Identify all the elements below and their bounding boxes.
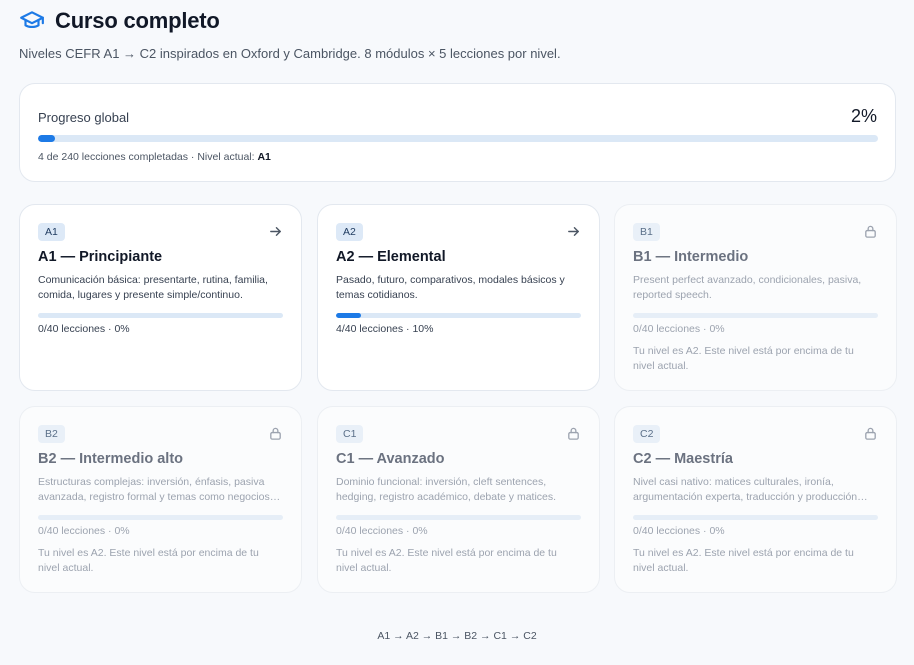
level-badge: C1: [336, 425, 364, 443]
level-badge: A2: [336, 223, 363, 241]
level-card-a1[interactable]: A1 A1 — Principiante Comunicación básica: …: [19, 204, 302, 391]
arrow-right-icon[interactable]: [566, 224, 581, 239]
level-progress-text: 0/40 lecciones · 0%: [633, 525, 725, 537]
level-progress-text: 0/40 lecciones · 0%: [633, 323, 725, 335]
level-title: B2 — Intermedio alto: [38, 451, 184, 467]
page-title: Curso completo: [55, 8, 220, 33]
level-description: Pasado, futuro, comparativos, modales bá…: [336, 274, 565, 301]
level-description: Comunicación básica: presentarte, rutina…: [38, 274, 268, 301]
level-progress-bar: [633, 313, 878, 318]
global-progress-fill: [38, 135, 55, 142]
global-progress-percent: 2%: [850, 106, 877, 126]
level-progress-text: 0/40 lecciones · 0%: [336, 525, 428, 537]
global-progress-card: Progreso global 2% 4 de 240 lecciones co…: [19, 83, 896, 182]
level-title: C2 — Maestría: [633, 451, 733, 467]
level-description: Dominio funcional: inversión, cleft sent…: [336, 476, 557, 503]
level-description: Present perfect avanzado, condicionales,…: [633, 274, 862, 301]
level-progress-fill: [336, 313, 361, 318]
level-title: A2 — Elemental: [336, 249, 446, 265]
level-badge: A1: [38, 223, 65, 241]
level-title: B1 — Intermedio: [633, 249, 749, 265]
lock-icon: [863, 224, 878, 239]
current-level: A1: [257, 151, 271, 163]
level-card-c1: C1 C1 — Avanzado Dominio funcional: invers…: [317, 406, 600, 593]
level-progress-bar: [38, 515, 283, 520]
global-progress-label: Progreso global: [38, 110, 130, 125]
level-card-a2[interactable]: A2 A2 — Elemental Pasado, futuro, comparat…: [317, 204, 600, 391]
level-progress-text: 0/40 lecciones · 0%: [38, 525, 130, 537]
level-badge: B2: [38, 425, 65, 443]
level-badge: B1: [633, 223, 660, 241]
level-lock-note: Tu nivel es A2. Este nivel está por enci…: [633, 345, 854, 372]
level-description: Estructuras complejas: inversión, énfasi…: [38, 476, 281, 503]
level-badge: C2: [633, 425, 661, 443]
level-card-c2: C2 C2 — Maestría Nivel casi nativo: matice…: [614, 406, 897, 593]
level-progress-bar: [336, 515, 581, 520]
global-progress-summary-text: 4 de 240 lecciones completadas · Nivel a…: [38, 151, 258, 163]
arrow-right-icon[interactable]: [268, 224, 283, 239]
level-path: A1 → A2 → B1 → B2 → C1 → C2: [377, 630, 537, 642]
level-progress-bar: [336, 313, 581, 318]
level-lock-note: Tu nivel es A2. Este nivel está por enci…: [38, 547, 259, 574]
graduation-cap-icon: [20, 11, 44, 29]
level-description: Nivel casi nativo: matices culturales, i…: [633, 476, 868, 503]
page-header: Curso completo: [19, 8, 220, 34]
global-progress-bar: [38, 135, 878, 142]
global-progress-summary: 4 de 240 lecciones completadas · Nivel a…: [38, 151, 271, 163]
lock-icon: [863, 426, 878, 441]
level-title: A1 — Principiante: [38, 249, 163, 265]
level-progress-bar: [38, 313, 283, 318]
level-card-b1: B1 B1 — Intermedio Present perfect avanzad…: [614, 204, 897, 391]
level-lock-note: Tu nivel es A2. Este nivel está por enci…: [336, 547, 557, 574]
lock-icon: [268, 426, 283, 441]
level-progress-text: 4/40 lecciones · 10%: [336, 323, 434, 335]
level-lock-note: Tu nivel es A2. Este nivel está por enci…: [633, 547, 854, 574]
level-progress-text: 0/40 lecciones · 0%: [38, 323, 130, 335]
page-subtitle: Niveles CEFR A1 → C2 inspirados en Oxfor…: [19, 46, 561, 61]
level-progress-bar: [633, 515, 878, 520]
lock-icon: [566, 426, 581, 441]
level-card-b2: B2 B2 — Intermedio alto Estructuras comple…: [19, 406, 302, 593]
level-title: C1 — Avanzado: [336, 451, 445, 467]
